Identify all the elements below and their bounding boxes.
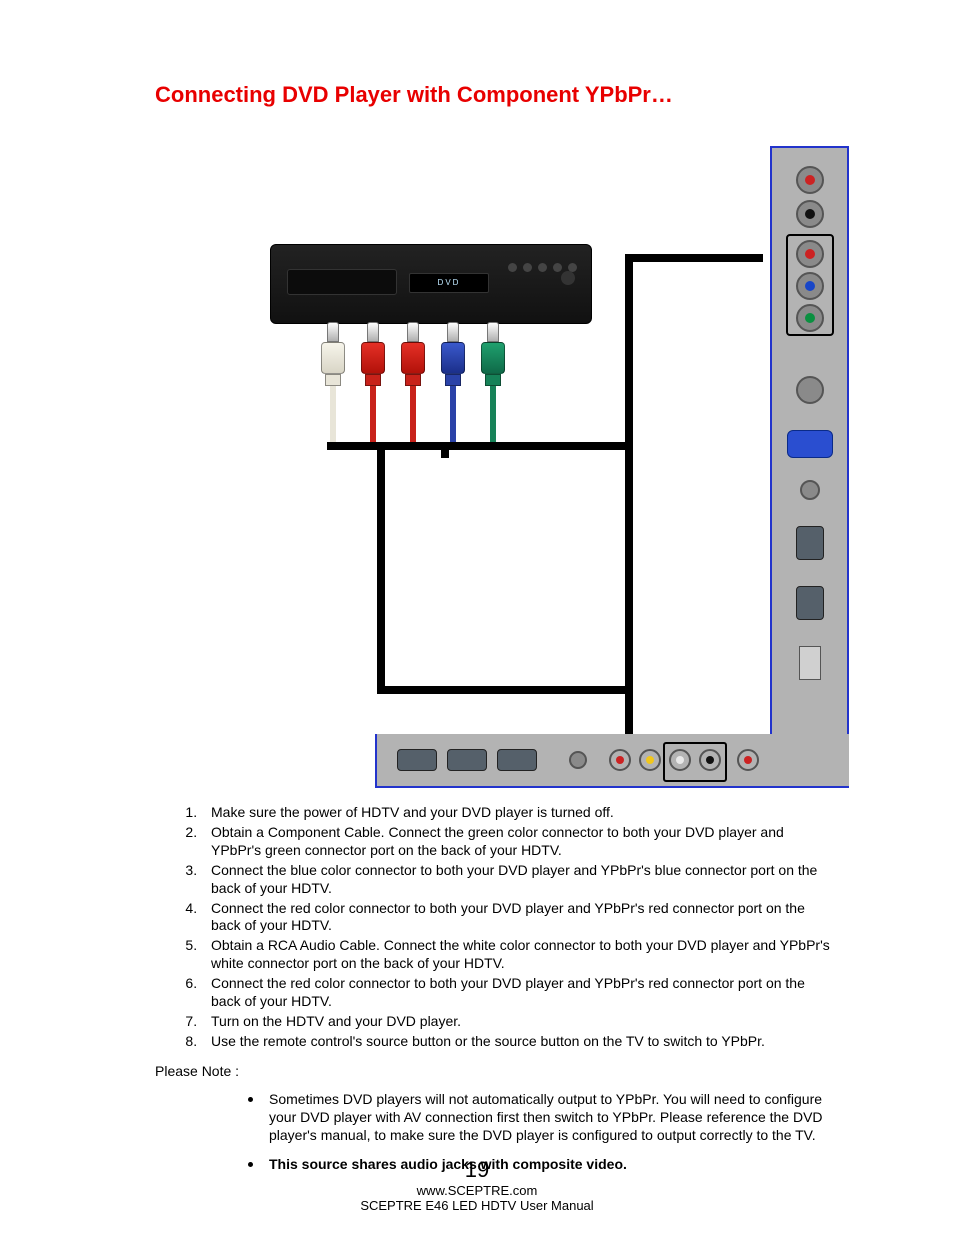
component-plug-green [480,322,506,448]
dvd-player-illustration: DVD [270,244,592,324]
hdmi-port-icon [796,586,824,620]
dvd-display-label: DVD [409,273,489,293]
wire [625,254,633,694]
audio-jack-icon [800,480,820,500]
rca-jack-yellow-icon [639,749,661,771]
page-number: 19 [0,1157,954,1183]
vga-port-icon [787,430,833,458]
please-note-label: Please Note : [155,1063,849,1079]
instruction-item: Connect the red color connector to both … [201,900,849,938]
rca-plug-red [360,322,386,448]
tv-bottom-panel [375,734,849,788]
rca-jack-red-icon [737,749,759,771]
component-cable-plugs [320,322,506,448]
component-plug-red [400,322,426,448]
page-heading: Connecting DVD Player with Component YPb… [155,82,849,108]
wire [377,686,632,694]
instruction-item: Obtain a Component Cable. Connect the gr… [201,824,849,862]
instruction-list: Make sure the power of HDTV and your DVD… [155,804,849,1053]
coax-port-icon [796,376,824,404]
hdmi-port-icon [796,526,824,560]
footer-url: www.SCEPTRE.com [0,1183,954,1198]
wire [625,254,763,262]
rca-jack-white-icon [669,749,691,771]
hdmi-port-icon [497,749,537,771]
instruction-item: Connect the blue color connector to both… [201,862,849,900]
hdmi-port-icon [397,749,437,771]
component-plug-blue [440,322,466,448]
instruction-item: Make sure the power of HDTV and your DVD… [201,804,849,824]
rca-jack-black-icon [699,749,721,771]
hdmi-port-icon [447,749,487,771]
instruction-item: Connect the red color connector to both … [201,975,849,1013]
rca-jack-red-icon [609,749,631,771]
page-footer: 19 www.SCEPTRE.com SCEPTRE E46 LED HDTV … [0,1157,954,1213]
audio-jack-icon [569,751,587,769]
instruction-item: Obtain a RCA Audio Cable. Connect the wh… [201,937,849,975]
footer-manual-title: SCEPTRE E46 LED HDTV User Manual [0,1198,954,1213]
wire [377,450,385,690]
instruction-item: Turn on the HDTV and your DVD player. [201,1013,849,1033]
connection-diagram: DVD [155,126,849,786]
wire [525,442,633,450]
tv-side-panel [770,146,849,788]
usb-port-icon [799,646,821,680]
wire [441,450,449,458]
instruction-item: Use the remote control's source button o… [201,1033,849,1053]
wire [327,442,532,450]
note-item: Sometimes DVD players will not automatic… [265,1087,835,1153]
rca-plug-white [320,322,346,448]
